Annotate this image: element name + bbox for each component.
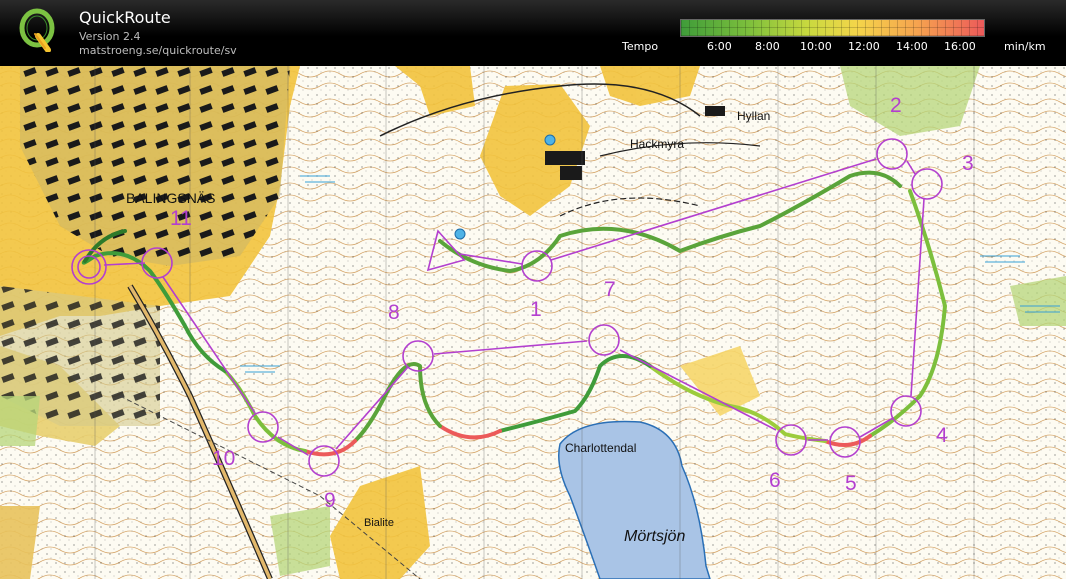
app-url: matstroeng.se/quickroute/sv (79, 44, 237, 57)
map-canvas (0, 66, 1066, 579)
control-number-7: 7 (604, 278, 616, 301)
tempo-tick: 8:00 (755, 40, 780, 53)
pond (544, 134, 556, 146)
tempo-tick: 12:00 (848, 40, 880, 53)
app-version: Version 2.4 (79, 30, 141, 43)
tempo-tick: 14:00 (896, 40, 928, 53)
place-name-mortsjon: Mörtsjön (624, 528, 686, 545)
control-number-3: 3 (962, 152, 974, 175)
tempo-tick: 6:00 (707, 40, 732, 53)
control-number-2: 2 (890, 94, 902, 117)
control-number-5: 5 (845, 472, 857, 495)
place-name-charlottendal: Charlottendal (565, 441, 637, 455)
app-title: QuickRoute (79, 8, 171, 27)
tempo-label: Tempo (622, 40, 659, 53)
control-number-8: 8 (388, 301, 400, 324)
tempo-unit: min/km (1004, 40, 1046, 53)
tempo-tick: 10:00 (800, 40, 832, 53)
place-name-balingsnas: BALINGSNÄS (126, 190, 216, 206)
place-name-hackmyra: Hackmyra (630, 137, 685, 151)
tempo-tick: 16:00 (944, 40, 976, 53)
control-number-6: 6 (769, 469, 781, 492)
quickroute-logo-icon (19, 8, 55, 52)
control-number-4: 4 (936, 424, 948, 447)
pond (454, 228, 466, 240)
place-name-hyllan: Hyllan (737, 109, 771, 123)
app-header: QuickRoute Version 2.4 matstroeng.se/qui… (0, 0, 1066, 66)
control-number-11: 11 (170, 207, 192, 230)
control-number-1: 1 (530, 298, 542, 321)
tempo-color-scale (680, 19, 985, 37)
place-name-bialite: Bialite (364, 517, 394, 529)
control-number-10: 10 (212, 447, 236, 470)
control-number-9: 9 (324, 489, 336, 512)
orienteering-map[interactable]: BALINGSNÄS Hackmyra Hyllan Charlottendal… (0, 66, 1066, 579)
